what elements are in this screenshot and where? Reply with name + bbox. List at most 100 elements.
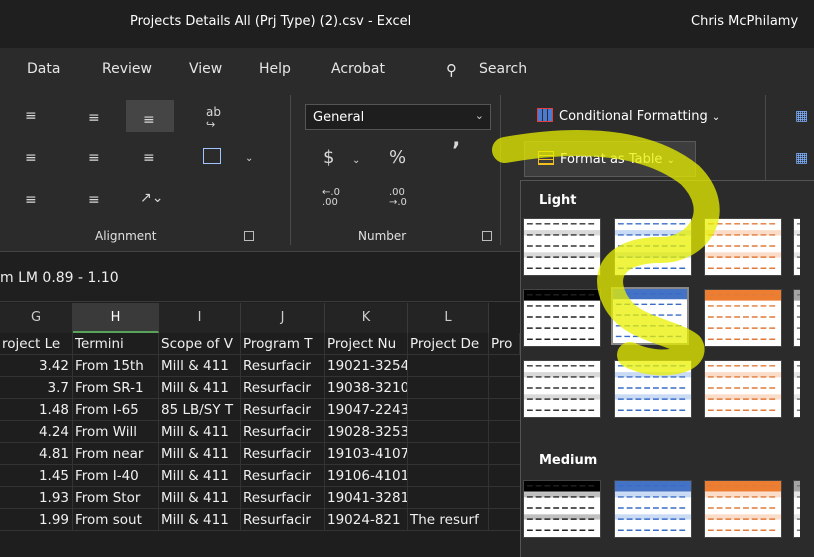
grid-cell[interactable]: 19038-3210-94,19038-821 (325, 377, 408, 399)
grid-cell[interactable]: Mill & 411 (159, 355, 241, 377)
spreadsheet-grid[interactable]: G H I J K L roject Le Termini Scope of V… (0, 303, 520, 557)
table-style-medium-1[interactable] (523, 480, 601, 538)
align-middle-icon[interactable]: ≡ (88, 110, 100, 126)
table-style-light-17[interactable] (704, 360, 782, 418)
grid-cell[interactable]: From sout (73, 509, 159, 531)
header-cell[interactable]: Project Nu (325, 333, 408, 355)
chevron-down-icon[interactable]: ⌄ (245, 151, 253, 167)
increase-decimal-button[interactable]: ←.0.00 (322, 188, 340, 208)
grid-cell[interactable]: Resurfacir (241, 443, 325, 465)
percent-button[interactable]: % (389, 149, 406, 167)
user-name[interactable]: Chris McPhilamy (691, 14, 798, 29)
grid-cell[interactable]: Resurfacir (241, 355, 325, 377)
tab-data[interactable]: Data (27, 61, 60, 77)
grid-cell[interactable]: 3.42 (0, 355, 73, 377)
grid-cell[interactable]: 19028-3253-94,19028-425 (325, 421, 408, 443)
column-header-i[interactable]: I (159, 303, 241, 333)
decrease-indent-icon[interactable]: ≡ (25, 192, 37, 208)
column-header-g[interactable]: G (0, 303, 73, 333)
grid-cell[interactable]: Resurfacir (241, 465, 325, 487)
grid-cell[interactable]: 19024-821 (325, 509, 408, 531)
grid-cell[interactable]: Mill & 411 (159, 421, 241, 443)
grid-cell[interactable]: 85 LB/SY T (159, 399, 241, 421)
column-header-l[interactable]: L (408, 303, 489, 333)
table-style-light-15[interactable] (523, 360, 601, 418)
grid-cell[interactable]: Resurfacir (241, 487, 325, 509)
table-style-light-8[interactable] (523, 289, 601, 347)
grid-cell[interactable]: 4.81 (0, 443, 73, 465)
grid-cell[interactable]: 19103-4107-04,19103-810 (325, 443, 408, 465)
grid-cell[interactable]: The resurf (408, 509, 489, 531)
gallery-scrollbar[interactable] (800, 190, 814, 557)
header-cell[interactable]: Program T (241, 333, 325, 355)
chevron-down-icon[interactable]: ⌄ (352, 153, 360, 169)
grid-cell[interactable] (408, 421, 489, 443)
table-style-light-1[interactable] (523, 218, 601, 276)
grid-cell[interactable] (408, 355, 489, 377)
grid-cell[interactable]: 19047-2243-04,19047-324 (325, 399, 408, 421)
grid-cell[interactable]: Mill & 411 (159, 509, 241, 531)
align-center-icon[interactable]: ≡ (88, 150, 100, 166)
number-launcher-icon[interactable] (482, 231, 492, 241)
grid-cell[interactable]: From near (73, 443, 159, 465)
grid-cell[interactable]: From Stor (73, 487, 159, 509)
grid-cell[interactable]: Resurfacir (241, 421, 325, 443)
grid-cell[interactable]: 19106-4101-04,19106-810 (325, 465, 408, 487)
table-style-medium-3[interactable] (704, 480, 782, 538)
grid-cell[interactable]: From SR-1 (73, 377, 159, 399)
currency-button[interactable]: $ (323, 149, 334, 167)
table-style-light-2[interactable] (614, 218, 692, 276)
grid-cell[interactable]: 1.48 (0, 399, 73, 421)
grid-cell[interactable]: From I-40 (73, 465, 159, 487)
grid-cell[interactable] (408, 487, 489, 509)
wrap-text-icon[interactable]: ab ↪ (206, 106, 221, 131)
align-bottom-icon[interactable]: ≡ (143, 112, 155, 128)
grid-cell[interactable]: Mill & 411 (159, 377, 241, 399)
grid-cell[interactable]: 19021-3254-94,19021-825 (325, 355, 408, 377)
header-cell[interactable]: Pro (489, 333, 520, 355)
tab-acrobat[interactable]: Acrobat (331, 61, 385, 77)
column-header-k[interactable]: K (325, 303, 408, 333)
grid-cell[interactable]: Mill & 411 (159, 465, 241, 487)
tab-view[interactable]: View (189, 61, 222, 77)
grid-cell[interactable]: Resurfacir (241, 509, 325, 531)
tab-search[interactable]: Search (479, 61, 527, 77)
header-cell[interactable]: roject Le (0, 333, 73, 355)
grid-cell[interactable]: From I-65 (73, 399, 159, 421)
grid-cell[interactable] (408, 465, 489, 487)
format-as-table-button[interactable]: Format as Table ⌄ (524, 141, 696, 177)
grid-cell[interactable] (408, 377, 489, 399)
insert-icon[interactable]: ▦ (795, 150, 808, 166)
grid-cell[interactable] (408, 443, 489, 465)
align-right-icon[interactable]: ≡ (143, 150, 155, 166)
align-top-icon[interactable]: ≡ (25, 108, 37, 124)
grid-cell[interactable]: 19041-3281-94,19041-828 (325, 487, 408, 509)
orientation-icon[interactable]: ↗⌄ (140, 190, 163, 206)
table-style-light-3[interactable] (704, 218, 782, 276)
column-header-h[interactable]: H (73, 303, 159, 333)
grid-cell[interactable] (408, 399, 489, 421)
align-left-icon[interactable]: ≡ (25, 150, 37, 166)
comma-style-button[interactable]: ’ (452, 141, 460, 163)
grid-cell[interactable]: 4.24 (0, 421, 73, 443)
grid-cell[interactable]: 1.45 (0, 465, 73, 487)
header-cell[interactable]: Termini (73, 333, 159, 355)
grid-cell[interactable]: Mill & 411 (159, 443, 241, 465)
grid-cell[interactable]: 1.99 (0, 509, 73, 531)
table-style-light-16[interactable] (614, 360, 692, 418)
merge-center-icon[interactable] (203, 148, 221, 164)
tab-review[interactable]: Review (102, 61, 152, 77)
grid-cell[interactable]: 3.7 (0, 377, 73, 399)
table-style-light-9[interactable] (611, 287, 689, 345)
decrease-decimal-button[interactable]: .00 →.0 (389, 188, 407, 208)
alignment-launcher-icon[interactable] (244, 231, 254, 241)
grid-cell[interactable]: Resurfacir (241, 399, 325, 421)
search-icon[interactable]: ⚲ (446, 61, 457, 79)
header-cell[interactable]: Scope of V (159, 333, 241, 355)
grid-cell[interactable]: From 15th (73, 355, 159, 377)
increase-indent-icon[interactable]: ≡ (88, 192, 100, 208)
cell-styles-icon[interactable]: ▦ (795, 108, 808, 124)
grid-cell[interactable]: Resurfacir (241, 377, 325, 399)
table-style-medium-2[interactable] (614, 480, 692, 538)
column-header-j[interactable]: J (241, 303, 325, 333)
